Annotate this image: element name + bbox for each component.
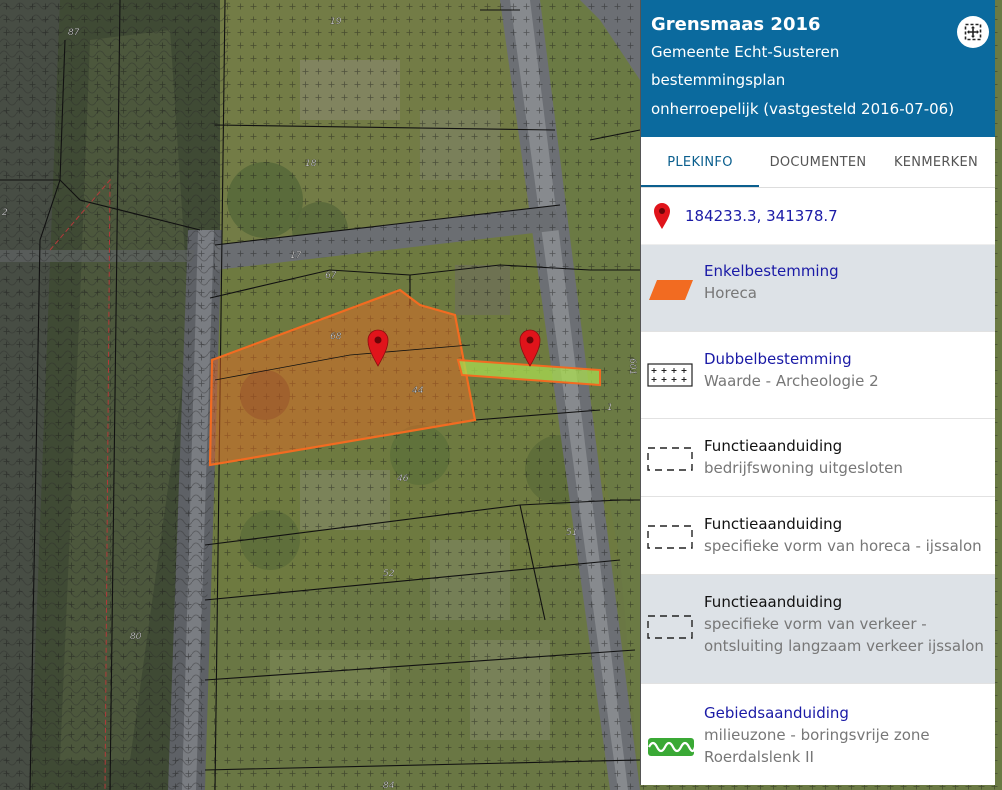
parcel-number: 46 xyxy=(397,474,409,484)
crosses-icon xyxy=(647,363,693,387)
parcel-number: 1 xyxy=(607,403,613,413)
entry-gebiedsaanduiding[interactable]: Gebiedsaanduiding milieuzone - boringsvr… xyxy=(641,684,995,785)
plan-title: Grensmaas 2016 xyxy=(651,14,821,35)
entry-subtitle: specifieke vorm van verkeer - xyxy=(704,615,927,633)
parcel-number: 44 xyxy=(412,386,424,396)
parallelogram-icon xyxy=(649,280,693,300)
entry-title: Functieaanduiding xyxy=(704,593,843,611)
entry-title: Functieaanduiding xyxy=(704,437,843,455)
tab-kenmerken[interactable]: KENMERKEN xyxy=(877,137,995,187)
parcel-number: 18 xyxy=(305,159,317,169)
entry-title: Functieaanduiding xyxy=(704,515,843,533)
entry-functieaanduiding[interactable]: Functieaanduiding specifieke vorm van ho… xyxy=(641,497,995,575)
info-panel: Grensmaas 2016 Gemeente Echt-Susteren be… xyxy=(640,0,995,785)
parcel-number: 51 xyxy=(566,528,577,538)
entry-dubbelbestemming[interactable]: Dubbelbestemming Waarde - Archeologie 2 xyxy=(641,332,995,419)
plan-status: onherroepelijk (vastgesteld 2016-07-06) xyxy=(651,100,955,118)
entry-title[interactable]: Dubbelbestemming xyxy=(704,348,995,370)
dashed-rect-icon xyxy=(647,447,693,471)
coordinates[interactable]: 184233.3, 341378.7 xyxy=(685,207,838,225)
parcel-number: 67 xyxy=(325,271,337,281)
entry-subtitle: Waarde - Archeologie 2 xyxy=(704,372,879,390)
parcel-number: 84 xyxy=(383,781,395,790)
entry-title[interactable]: Gebiedsaanduiding xyxy=(704,702,995,724)
entry-subtitle: Roerdalslenk II xyxy=(704,748,814,766)
parcel-number: 2 xyxy=(2,208,8,218)
entry-enkelbestemming[interactable]: Enkelbestemming Horeca xyxy=(641,245,995,332)
tab-documenten[interactable]: DOCUMENTEN xyxy=(759,137,877,187)
parcel-number: 68 xyxy=(330,332,342,342)
dashed-rect-icon xyxy=(647,525,693,549)
entry-functieaanduiding[interactable]: Functieaanduiding bedrijfswoning uitgesl… xyxy=(641,419,995,497)
green-wave-icon xyxy=(648,738,695,756)
entry-subtitle: milieuzone - boringsvrije zone xyxy=(704,726,930,744)
fullscreen-icon xyxy=(964,23,982,41)
location-pin-icon xyxy=(654,203,670,229)
parcel-number: 80 xyxy=(130,632,142,642)
municipality: Gemeente Echt-Susteren xyxy=(651,43,840,61)
parcel-number: 17 xyxy=(290,251,302,261)
coordinate-row: 184233.3, 341378.7 xyxy=(641,188,995,245)
plan-type: bestemmingsplan xyxy=(651,71,786,89)
entry-subtitle: bedrijfswoning uitgesloten xyxy=(704,459,903,477)
parcel-number: 19 xyxy=(330,17,342,27)
entry-functieaanduiding[interactable]: Functieaanduiding specifieke vorm van ve… xyxy=(641,575,995,684)
entry-title[interactable]: Enkelbestemming xyxy=(704,260,995,282)
panel-tabs: PLEKINFO DOCUMENTEN KENMERKEN xyxy=(641,137,995,188)
parcel-number: 52 xyxy=(383,569,395,579)
tab-plekinfo[interactable]: PLEKINFO xyxy=(641,137,759,187)
dashed-rect-icon xyxy=(647,615,693,639)
entry-subtitle: ontsluiting langzaam verkeer ijssalon xyxy=(704,637,984,655)
entry-subtitle: specifieke vorm van horeca - ijssalon xyxy=(704,537,982,555)
entry-subtitle: Horeca xyxy=(704,284,757,302)
parcel-number: 87 xyxy=(68,28,80,38)
parcel-number: 601 xyxy=(627,358,637,375)
fullscreen-button[interactable] xyxy=(957,16,989,48)
panel-header: Grensmaas 2016 Gemeente Echt-Susteren be… xyxy=(641,0,995,137)
